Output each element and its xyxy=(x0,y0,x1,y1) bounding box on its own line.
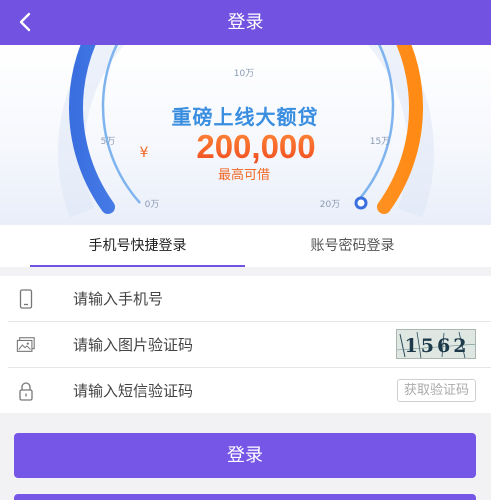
sms-code-input[interactable] xyxy=(73,376,373,406)
scale-label-5: 5万 xyxy=(101,137,116,147)
tab-password-login[interactable]: 账号密码登录 xyxy=(245,225,460,267)
login-page: 登录 0万 5万 10万 15万 20万 重磅上线大额贷 ¥ 200,000 最… xyxy=(0,0,491,500)
login-tabs: 手机号快捷登录 账号密码登录 xyxy=(0,225,491,267)
image-icon xyxy=(16,334,36,356)
phone-input[interactable] xyxy=(73,284,373,314)
image-code-row: 1562 xyxy=(0,322,491,367)
gauge-knob xyxy=(354,196,368,210)
active-tab-indicator xyxy=(30,265,245,267)
image-code-input[interactable] xyxy=(73,330,373,360)
get-sms-code-button[interactable]: 获取验证码 xyxy=(397,379,476,402)
scale-label-10: 10万 xyxy=(234,69,254,79)
page-title: 登录 xyxy=(227,12,264,33)
login-form: 1562 获取验证码 xyxy=(0,276,491,413)
login-submit-button[interactable]: 登录 xyxy=(14,433,476,478)
scale-label-0: 0万 xyxy=(145,200,160,210)
phone-row xyxy=(0,276,491,321)
tab-phone-login[interactable]: 手机号快捷登录 xyxy=(30,225,245,267)
promo-banner: 0万 5万 10万 15万 20万 重磅上线大额贷 ¥ 200,000 最高可借 xyxy=(0,45,491,225)
loan-amount: 200,000 xyxy=(196,128,315,165)
banner-caption: 最高可借 xyxy=(218,167,270,183)
sms-code-row: 获取验证码 xyxy=(0,368,491,413)
phone-icon xyxy=(16,288,36,310)
app-header: 登录 xyxy=(0,0,491,45)
currency-symbol: ¥ xyxy=(140,145,149,161)
scale-label-20: 20万 xyxy=(320,200,340,210)
captcha-text: 1562 xyxy=(405,335,470,357)
secondary-button-edge xyxy=(14,494,476,500)
lock-icon xyxy=(16,380,36,402)
scale-label-15: 15万 xyxy=(370,137,390,147)
loan-gauge: 0万 5万 10万 15万 20万 重磅上线大额贷 ¥ 200,000 最高可借 xyxy=(58,45,434,218)
captcha-image[interactable]: 1562 xyxy=(396,329,476,359)
banner-headline: 重磅上线大额贷 xyxy=(172,105,319,129)
